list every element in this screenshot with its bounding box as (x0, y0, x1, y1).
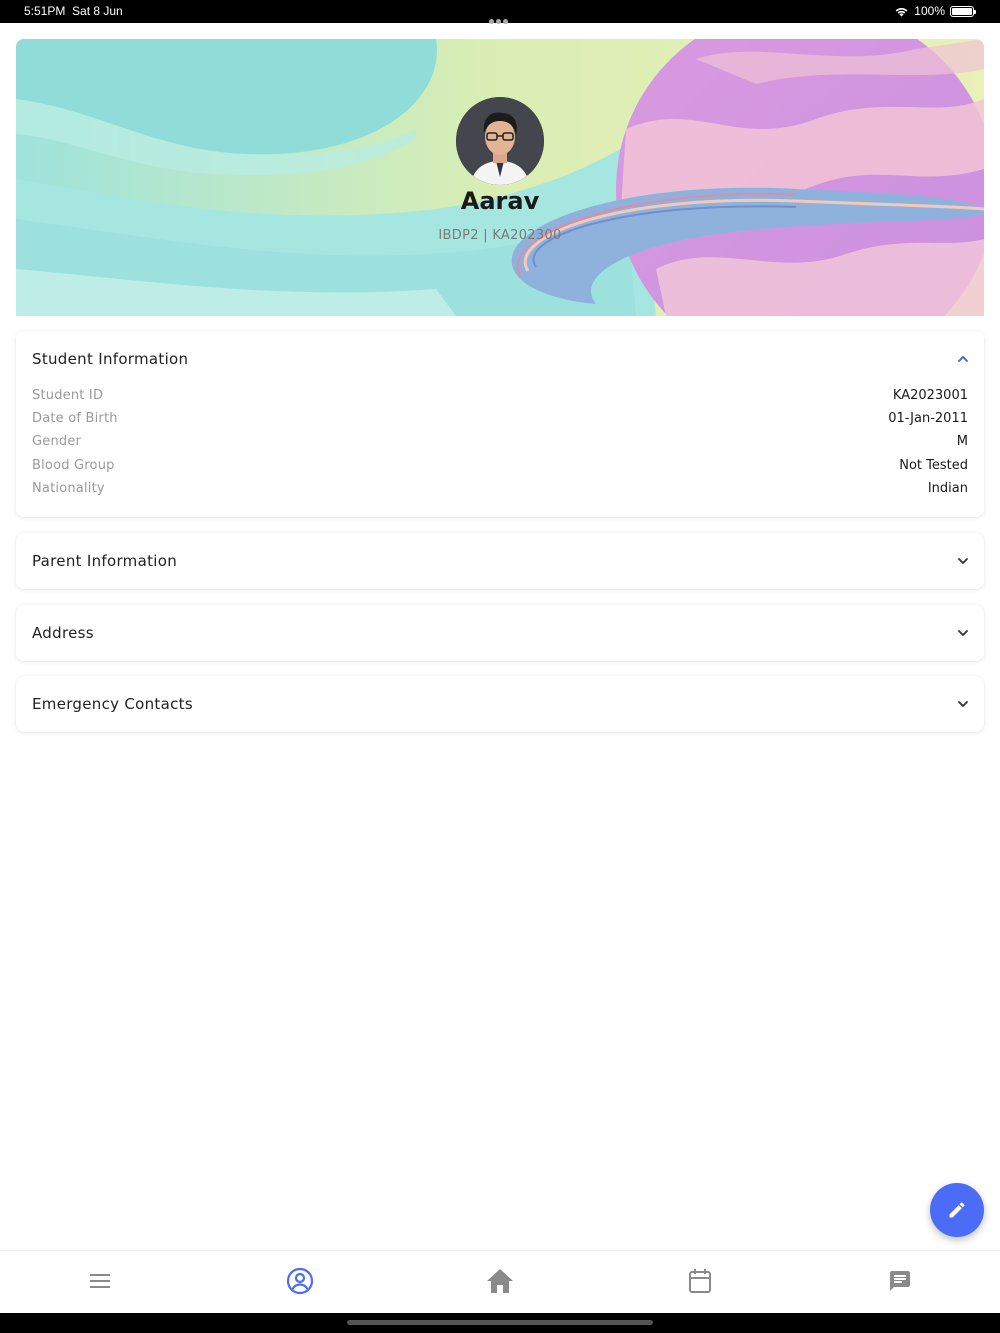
address-card[interactable]: Address (16, 605, 984, 661)
nav-home[interactable] (485, 1266, 515, 1296)
battery-icon (950, 5, 976, 17)
menu-icon (90, 1274, 110, 1288)
wifi-icon (895, 7, 908, 16)
parent-information-card[interactable]: Parent Information (16, 533, 984, 589)
profile-banner: Aarav IBDP2 | KA202300 (16, 39, 984, 316)
status-time: 5:51PM Sat 8 Jun (24, 4, 123, 18)
nav-menu[interactable] (85, 1266, 115, 1296)
nav-messages[interactable] (885, 1266, 915, 1296)
info-label: Nationality (32, 481, 105, 496)
edit-button[interactable] (930, 1183, 984, 1237)
nav-profile[interactable] (285, 1266, 315, 1296)
emergency-contacts-title: Emergency Contacts (32, 695, 193, 713)
info-row-date-of-birth: Date of Birth 01-Jan-2011 (32, 411, 968, 431)
info-label: Student ID (32, 388, 104, 403)
status-date: Sat 8 Jun (72, 4, 123, 18)
chevron-down-icon[interactable] (956, 697, 970, 711)
home-icon (487, 1269, 513, 1293)
info-value: Not Tested (899, 458, 968, 473)
battery-percent: 100% (914, 4, 945, 18)
info-value: KA2023001 (892, 388, 968, 403)
chevron-down-icon[interactable] (956, 626, 970, 640)
address-title: Address (32, 624, 94, 642)
student-name: Aarav (460, 187, 540, 215)
profile-icon (286, 1267, 314, 1295)
multitask-dots-icon[interactable] (489, 9, 511, 24)
status-bar: 5:51PM Sat 8 Jun 100% (0, 0, 1000, 24)
pencil-icon (949, 1202, 965, 1218)
chevron-down-icon[interactable] (956, 554, 970, 568)
bottom-navigation (0, 1250, 1000, 1313)
info-row-gender: Gender M (32, 434, 968, 454)
student-information-card: Student Information Student ID KA2023001… (16, 331, 984, 517)
student-class-id: IBDP2 | KA202300 (438, 228, 562, 243)
info-row-nationality: Nationality Indian (32, 481, 968, 501)
chat-icon (890, 1271, 910, 1291)
info-row-student-id: Student ID KA2023001 (32, 388, 968, 408)
calendar-icon (689, 1269, 711, 1293)
info-label: Blood Group (32, 458, 115, 473)
parent-information-title: Parent Information (32, 552, 178, 570)
info-value: M (956, 434, 968, 449)
student-photo (456, 97, 544, 185)
status-right: 100% (894, 4, 976, 18)
chevron-up-icon[interactable] (956, 352, 970, 366)
student-information-title[interactable]: Student Information (32, 350, 188, 368)
nav-calendar[interactable] (685, 1266, 715, 1296)
info-row-blood-group: Blood Group Not Tested (32, 458, 968, 478)
status-time-value: 5:51PM (24, 4, 66, 18)
home-indicator (0, 1313, 1000, 1333)
info-value: 01-Jan-2011 (888, 411, 968, 426)
info-label: Date of Birth (32, 411, 118, 426)
emergency-contacts-card[interactable]: Emergency Contacts (16, 676, 984, 732)
info-value: Indian (927, 481, 968, 496)
student-avatar[interactable] (456, 97, 544, 185)
info-label: Gender (32, 434, 82, 449)
